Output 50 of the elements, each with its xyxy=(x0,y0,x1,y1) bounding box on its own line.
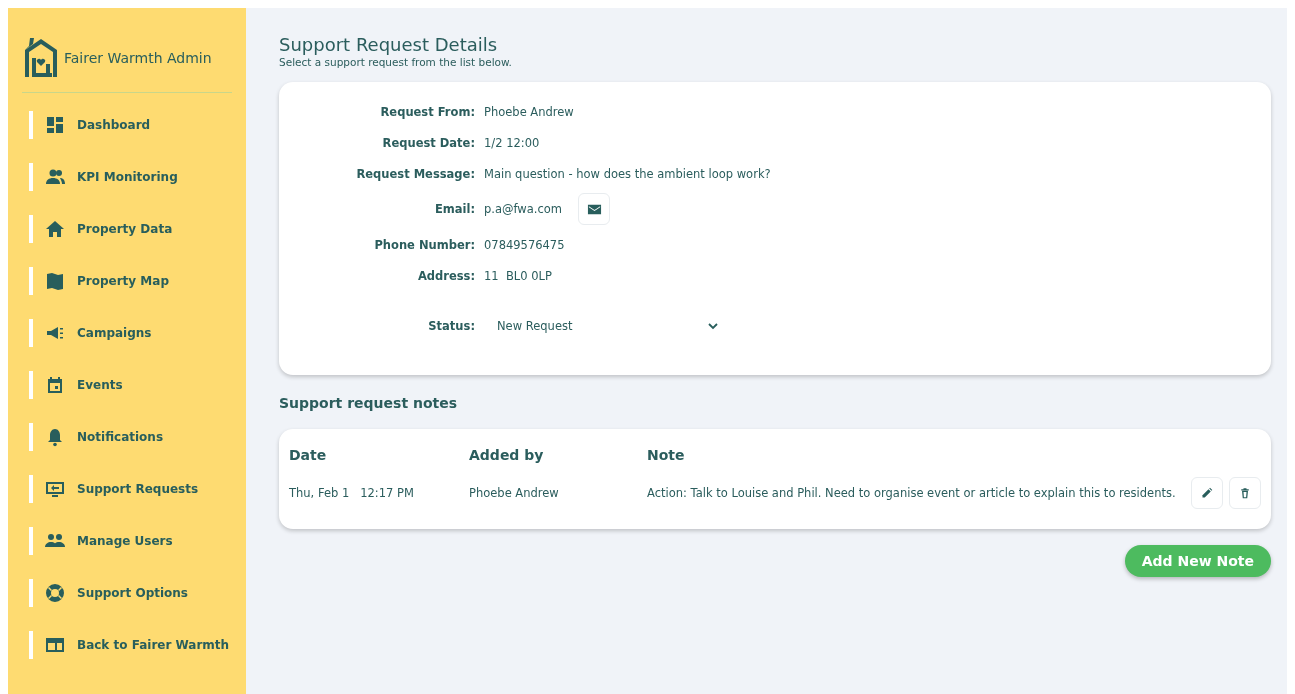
table-cell-text: Action: Talk to Louise and Phil. Need to organise event or article to explain this to residents. xyxy=(647,486,1177,500)
sidebar-item[interactable]: Property Data xyxy=(29,215,232,243)
sidebar-item[interactable]: Notifications xyxy=(29,423,232,451)
map-icon xyxy=(45,271,65,291)
sidebar-item[interactable]: Campaigns xyxy=(29,319,232,347)
window-icon xyxy=(45,635,65,655)
people-icon xyxy=(45,167,65,187)
column-header: Added by xyxy=(469,447,545,465)
house-icon xyxy=(45,219,65,239)
column-header: Date xyxy=(289,447,328,465)
pencil-icon xyxy=(1201,487,1213,499)
field-value: 11 BL0 0LP xyxy=(484,268,552,283)
lifebuoy-icon xyxy=(45,583,65,603)
email-value: p.a@fwa.com xyxy=(484,202,563,216)
status-dropdown[interactable]: New Request xyxy=(484,319,719,333)
page-title: Support Request Details xyxy=(279,34,499,55)
sidebar-item[interactable]: Dashboard xyxy=(29,111,232,139)
table-cell-text: Phoebe Andrew xyxy=(469,486,560,500)
delete-button[interactable] xyxy=(1229,477,1261,509)
dashboard-icon xyxy=(45,115,65,135)
sidebar-item[interactable]: KPI Monitoring xyxy=(29,163,232,191)
column-header: Note xyxy=(647,447,686,465)
field-value: 07849576475 xyxy=(484,237,565,252)
chevron-down-icon xyxy=(707,320,719,332)
field-value: Phoebe Andrew xyxy=(484,104,574,119)
house-logo-icon xyxy=(22,36,60,80)
email-button[interactable] xyxy=(578,193,611,225)
brand-name: Fairer Warmth Admin xyxy=(64,50,212,66)
sidebar-item[interactable]: Events xyxy=(29,371,232,399)
field-value: 1/2 12:00 xyxy=(484,135,540,150)
sidebar-item[interactable]: Support Options xyxy=(29,579,232,607)
sidebar-item[interactable]: Manage Users xyxy=(29,527,232,555)
sidebar-item[interactable]: Back to Fairer Warmth xyxy=(29,631,232,659)
monitor-icon xyxy=(45,479,65,499)
field-label: Status: xyxy=(427,318,476,335)
field-label: Request Message: xyxy=(355,165,476,183)
sidebar-item[interactable]: Property Map xyxy=(29,267,232,295)
page-subtitle: Select a support request from the list below. xyxy=(279,56,513,68)
calendar-icon xyxy=(45,375,65,395)
sidebar-item[interactable]: Support Requests xyxy=(29,475,232,503)
section-heading: Support request notes xyxy=(279,395,459,411)
field-label: Request Date: xyxy=(381,134,476,152)
field-label: Request From: xyxy=(379,103,476,121)
field-value: Main question - how does the ambient loop work? xyxy=(484,166,771,181)
field-label: Phone Number: xyxy=(373,236,476,254)
field-label: Address: xyxy=(416,267,476,285)
trash-icon xyxy=(1239,487,1251,499)
table-cell-text: Thu, Feb 1 12:17 PM xyxy=(289,486,415,500)
edit-button[interactable] xyxy=(1191,477,1223,509)
field-label: Email: xyxy=(433,201,476,218)
